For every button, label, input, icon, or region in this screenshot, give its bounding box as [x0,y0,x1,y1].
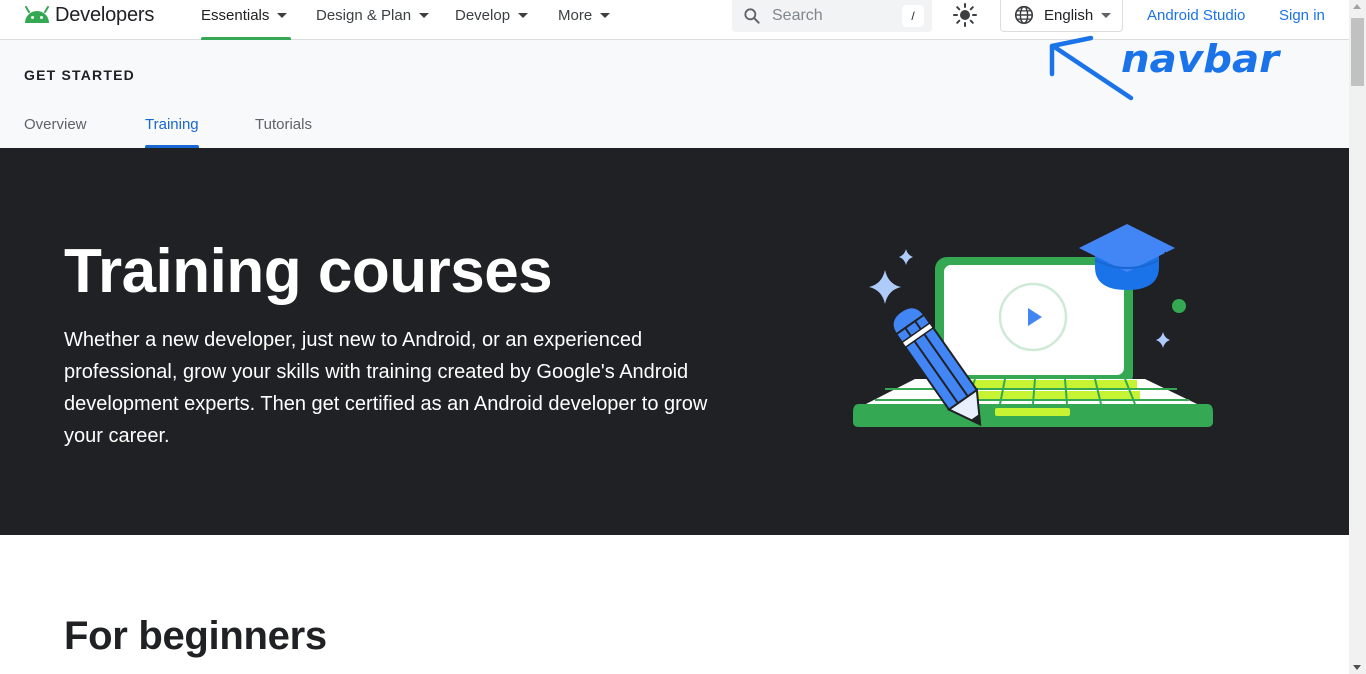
nav-item-develop[interactable]: Develop [455,0,529,40]
search-shortcut-key: / [902,5,924,27]
android-studio-link[interactable]: Android Studio [1147,7,1245,24]
scroll-down-arrow-icon[interactable] [1353,665,1361,670]
caret-down-icon [600,13,611,18]
nav-item-label: Essentials [201,7,270,24]
caret-down-icon [1101,12,1112,18]
search-input[interactable] [772,7,892,25]
sparkle-icon [869,270,901,304]
tab-training[interactable]: Training [145,116,199,148]
caret-down-icon [419,13,430,18]
annotation-text: navbar [1121,37,1281,81]
nav-item-design-plan[interactable]: Design & Plan [316,0,430,40]
hero-banner: Training courses Whether a new developer… [0,148,1349,535]
hero-description: Whether a new developer, just new to And… [64,329,708,447]
sign-in-link[interactable]: Sign in [1279,7,1325,24]
hero-title: Training courses [64,237,553,306]
developers-logo[interactable]: Developers [24,3,154,27]
scroll-thumb[interactable] [1351,18,1364,86]
scroll-up-arrow-icon[interactable] [1353,4,1361,9]
nav-item-label: Develop [455,7,511,24]
section-title: GET STARTED [24,67,135,83]
search-box[interactable]: / [732,0,932,32]
arrow-annotation-icon [1049,35,1134,101]
section-heading-beginners: For beginners [64,614,327,658]
tab-tutorials[interactable]: Tutorials [255,116,312,148]
sparkle-icon [1156,332,1170,348]
nav-item-more[interactable]: More [558,0,611,40]
android-logo-icon [25,6,49,23]
globe-icon [1014,5,1034,25]
sun-icon [953,3,977,27]
language-label: English [1044,6,1094,24]
nav-item-label: More [558,7,593,24]
logo-text: Developers [55,3,155,26]
sparkle-icon [899,249,913,265]
navbar-annotation: navbar [1049,35,1281,101]
nav-item-essentials[interactable]: Essentials [201,0,292,40]
tab-overview[interactable]: Overview [24,116,87,148]
training-illustration [853,224,1213,427]
nav-item-label: Design & Plan [316,7,412,24]
caret-down-icon [277,13,288,18]
page-scrollbar[interactable] [1349,0,1366,674]
language-selector[interactable]: English [1000,0,1123,32]
search-icon [744,8,760,24]
caret-down-icon [518,13,529,18]
theme-toggle-button[interactable] [951,1,979,29]
